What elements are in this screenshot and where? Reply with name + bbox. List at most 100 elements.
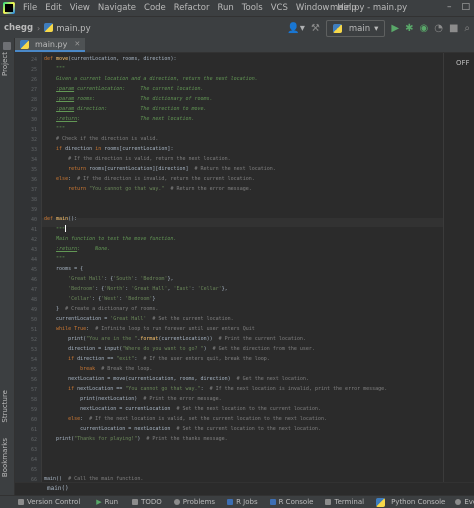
menu-tools[interactable]: Tools (238, 3, 267, 13)
line-number: 53 (30, 347, 37, 353)
code-line: print("Thanks for playing!") # Print the… (44, 435, 228, 444)
terminal-tab[interactable]: Terminal (325, 498, 364, 506)
code-token: : (200, 386, 210, 392)
r-jobs-label: R Jobs (236, 498, 258, 506)
user-icon[interactable]: 👤▾ (287, 23, 304, 34)
search-icon[interactable]: ⌕ (464, 23, 470, 34)
code-line: 'Bedroom': {'North': 'Great Hall', 'East… (44, 285, 228, 294)
code-token: # Create a dictionary of rooms. (65, 306, 159, 312)
line-number: 46 (30, 277, 37, 283)
code-breadcrumb[interactable]: main() (47, 485, 69, 492)
line-number: 52 (30, 337, 37, 343)
code-token: # Break the loop. (101, 366, 153, 372)
code-line: :param rooms: The dictionary of rooms. (44, 95, 213, 104)
project-crumb[interactable]: chegg (0, 23, 37, 33)
code-token: :return (56, 116, 78, 122)
chevron-down-icon: ▾ (374, 23, 379, 34)
code-token: }, (221, 286, 228, 292)
window-controls: – □ (447, 2, 470, 12)
code-editor[interactable]: def move(currentLocation, rooms, directi… (44, 53, 442, 495)
menu-view[interactable]: View (66, 3, 94, 13)
python-console-tab[interactable]: Python Console (376, 497, 445, 507)
line-number: 33 (30, 147, 37, 153)
code-token: print( (44, 336, 87, 342)
line-number: 37 (30, 187, 37, 193)
line-number: 29 (30, 107, 37, 113)
code-token: 'Cellar' (44, 296, 93, 302)
profile-icon[interactable]: ◔ (434, 23, 443, 34)
code-token: # If the next location is valid, set the… (89, 416, 327, 422)
editor-tab-bar: main.py ✕ (15, 38, 474, 53)
r-console-tab[interactable]: R Console (269, 498, 313, 506)
left-tool-strip: Project Structure Bookmarks (0, 38, 15, 495)
event-log-icon (455, 499, 462, 505)
line-number: 38 (30, 197, 37, 203)
menu-edit[interactable]: Edit (41, 3, 65, 13)
structure-tool-tab[interactable]: Structure (1, 390, 9, 423)
event-log-tab[interactable]: Eve (455, 498, 474, 506)
code-token: "exit" (116, 356, 135, 362)
code-token: "You are in the " (86, 336, 138, 342)
code-token: """ (44, 227, 66, 233)
project-tool-tab[interactable]: Project (1, 52, 9, 76)
file-crumb[interactable]: main.py (40, 22, 94, 34)
folder-icon[interactable] (3, 42, 11, 50)
menu-vcs[interactable]: VCS (267, 3, 292, 13)
code-token: 'South' (113, 276, 135, 282)
line-number: 63 (30, 447, 37, 453)
menu-run[interactable]: Run (213, 3, 237, 13)
code-line: return "You cannot go that way." # Retur… (44, 185, 252, 194)
r-jobs-tab[interactable]: R Jobs (227, 498, 258, 506)
code-token: rooms[currentLocation]: (104, 146, 174, 152)
line-number: 27 (30, 87, 37, 93)
menu-navigate[interactable]: Navigate (94, 3, 140, 13)
code-token: ) (203, 346, 213, 352)
code-token: if (44, 386, 78, 392)
todo-tab[interactable]: TODO (132, 498, 162, 506)
line-number: 43 (30, 247, 37, 253)
code-token: # If the user enters quit, break the loo… (143, 356, 270, 362)
code-token: # Return the error message. (170, 186, 252, 192)
debug-icon[interactable]: ✱ (405, 23, 413, 34)
code-line: def move(currentLocation, rooms, directi… (44, 55, 176, 64)
run-tab[interactable]: ▶ Run (96, 498, 118, 506)
run-icon[interactable]: ▶ (391, 23, 399, 34)
menu-file[interactable]: File (19, 3, 41, 13)
code-token: Main function to test the move function. (44, 236, 177, 242)
right-margin-guide (443, 53, 444, 495)
hammer-icon[interactable]: ⚒ (311, 23, 320, 34)
minimize-icon[interactable]: – (447, 2, 452, 12)
code-line: nextLocation = currentLocation # Set the… (44, 405, 321, 414)
version-control-tab[interactable]: Version Control (18, 498, 80, 506)
code-line: while True: # Infinite loop to run forev… (44, 325, 255, 334)
line-number: 34 (30, 157, 37, 163)
line-number: 65 (30, 467, 37, 473)
code-line: :return: The next location. (44, 115, 194, 124)
coverage-icon[interactable]: ◉ (419, 23, 428, 34)
line-number: 62 (30, 437, 37, 443)
menu-code[interactable]: Code (140, 3, 170, 13)
event-log-label: Eve (464, 498, 474, 506)
off-indicator[interactable]: OFF (456, 59, 470, 67)
code-token: return (44, 166, 90, 172)
tab-main-py[interactable]: main.py ✕ (15, 38, 86, 52)
code-line: if direction in rooms[currentLocation]: (44, 145, 173, 154)
menu-window[interactable]: Window (292, 3, 334, 13)
menu-refactor[interactable]: Refactor (170, 3, 214, 13)
code-token: in (95, 146, 105, 152)
run-config-selector[interactable]: main ▾ (325, 20, 386, 37)
code-line: nextLocation = move(currentLocation, roo… (44, 375, 309, 384)
maximize-icon[interactable]: □ (461, 2, 470, 12)
code-token: else (44, 176, 69, 182)
code-token: format (140, 336, 159, 342)
problems-tab[interactable]: Problems (173, 498, 215, 506)
r-icon (269, 499, 276, 505)
line-number: 56 (30, 377, 37, 383)
stop-icon[interactable]: ■ (449, 23, 458, 34)
line-number: 58 (30, 397, 37, 403)
code-token: nextLocation = currentLocation (44, 406, 177, 412)
bookmarks-tool-tab[interactable]: Bookmarks (1, 438, 9, 477)
close-icon[interactable]: ✕ (74, 40, 80, 48)
code-token: "Thanks for playing!" (74, 436, 138, 442)
